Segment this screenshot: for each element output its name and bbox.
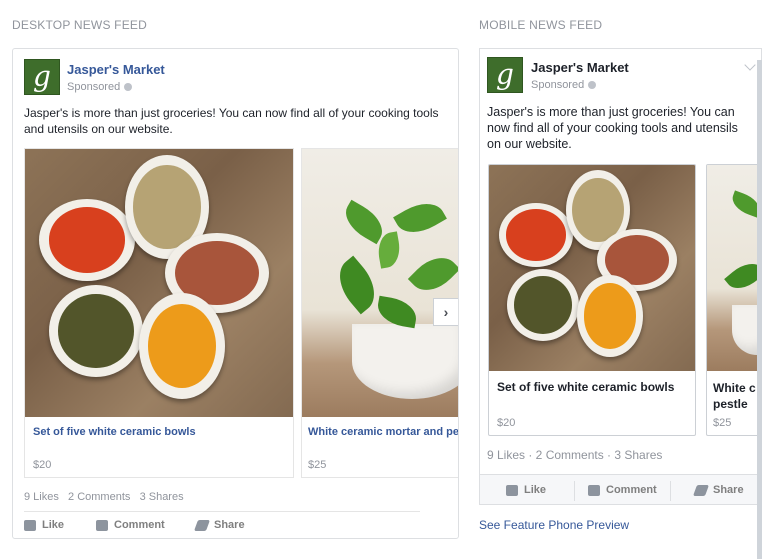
page-logo[interactable]: g xyxy=(24,59,60,95)
carousel-card-price: $25 xyxy=(713,417,732,429)
mint-mortar-image xyxy=(302,149,458,417)
share-icon xyxy=(692,484,710,496)
page-name-link[interactable]: Jasper's Market xyxy=(531,60,629,75)
spice-bowls-image xyxy=(25,149,293,417)
divider xyxy=(670,481,671,501)
shares-count[interactable]: 3 Shares xyxy=(140,491,184,503)
mobile-post-card: g Jasper's Market Sponsored Jasper's is … xyxy=(479,48,762,505)
carousel-card-price: $20 xyxy=(33,459,52,471)
globe-icon xyxy=(588,81,597,90)
carousel-card-title[interactable]: Set of five white ceramic bowls xyxy=(33,426,196,438)
mobile-carousel-card-bowls[interactable]: Set of five white ceramic bowls $20 xyxy=(488,164,696,436)
desktop-post-stats: 9 Likes 2 Comments 3 Shares xyxy=(24,491,184,503)
carousel-next-arrow-icon[interactable]: › xyxy=(433,298,458,326)
carousel-card-price: $20 xyxy=(497,417,516,429)
comment-button[interactable]: Comment xyxy=(588,484,657,496)
feature-phone-preview-link[interactable]: See Feature Phone Preview xyxy=(479,518,629,532)
like-button[interactable]: Like xyxy=(24,519,64,531)
thumbs-up-icon xyxy=(506,484,518,496)
carousel-card-price: $25 xyxy=(308,459,327,471)
post-text: Jasper's is more than just groceries! Yo… xyxy=(487,105,738,151)
mint-mortar-image xyxy=(707,165,761,371)
carousel-card-title[interactable]: Set of five white ceramic bowls xyxy=(497,380,674,394)
comment-icon xyxy=(96,519,108,531)
divider xyxy=(24,511,420,512)
desktop-news-feed-label: DESKTOP NEWS FEED xyxy=(12,18,147,32)
share-button[interactable]: Share xyxy=(692,484,744,496)
divider xyxy=(574,481,575,501)
mobile-action-bar: Like Comment Share xyxy=(480,474,761,504)
like-button[interactable]: Like xyxy=(506,484,546,496)
mobile-carousel-card-mortar[interactable]: White c pestle $25 xyxy=(706,164,761,436)
mobile-post-stats[interactable]: 9 Likes · 2 Comments · 3 Shares xyxy=(487,448,662,462)
page-logo[interactable]: g xyxy=(487,57,523,93)
sponsored-label: Sponsored xyxy=(531,79,597,91)
desktop-post-card: g Jasper's Market Sponsored Jasper's is … xyxy=(12,48,459,539)
sponsored-label: Sponsored xyxy=(67,81,133,93)
carousel-card-title[interactable]: White c pestle xyxy=(713,380,756,412)
share-icon xyxy=(193,519,211,531)
share-button[interactable]: Share xyxy=(193,519,245,531)
comment-button[interactable]: Comment xyxy=(96,519,165,531)
thumbs-up-icon xyxy=(24,519,36,531)
comment-icon xyxy=(588,484,600,496)
comments-count[interactable]: 2 Comments xyxy=(68,491,130,503)
post-text: Jasper's is more than just groceries! Yo… xyxy=(24,106,439,136)
spice-bowls-image xyxy=(489,165,695,371)
chevron-down-icon[interactable] xyxy=(744,59,756,71)
globe-icon xyxy=(124,83,133,92)
mobile-news-feed-label: MOBILE NEWS FEED xyxy=(479,18,603,32)
likes-count[interactable]: 9 Likes xyxy=(24,491,59,503)
carousel-card-title[interactable]: White ceramic mortar and pe xyxy=(308,426,458,438)
carousel-card-bowls[interactable]: Set of five white ceramic bowls $20 xyxy=(24,148,294,478)
page-name-link[interactable]: Jasper's Market xyxy=(67,62,165,77)
scrollbar[interactable] xyxy=(757,60,762,559)
